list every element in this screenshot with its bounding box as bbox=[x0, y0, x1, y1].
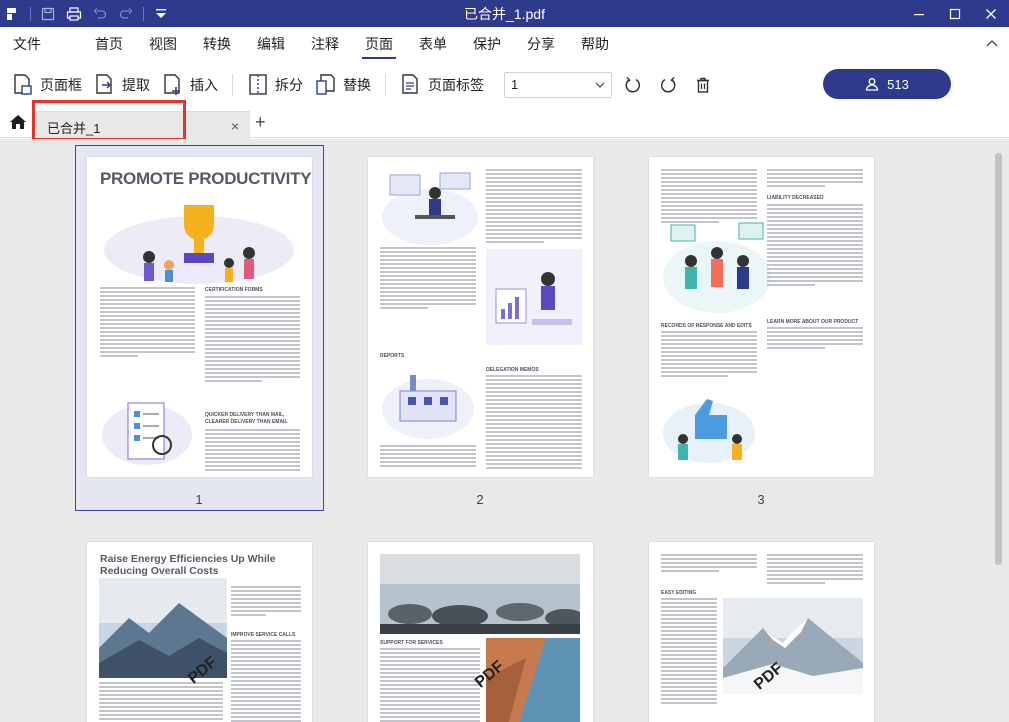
title-separator bbox=[143, 6, 144, 21]
chevron-down-icon bbox=[595, 82, 605, 88]
aerial-coast-image bbox=[486, 638, 580, 722]
split-icon bbox=[249, 73, 267, 95]
close-tab-icon[interactable]: × bbox=[231, 118, 239, 134]
snowy-mountain-image bbox=[723, 598, 863, 694]
page-1-title: PROMOTE PRODUCTIVITY bbox=[100, 169, 312, 188]
toolbar-separator bbox=[385, 73, 386, 96]
thumbs-up-illustration bbox=[663, 399, 755, 463]
rotate-right-icon bbox=[660, 76, 676, 93]
page-6-heading-1: EASY EDITING bbox=[661, 590, 697, 596]
user-account-button[interactable]: 513 bbox=[823, 69, 951, 99]
beach-stones-image bbox=[380, 554, 580, 634]
user-count: 513 bbox=[887, 76, 909, 92]
page-4-preview: Raise Energy Efficiencies Up While Reduc… bbox=[87, 542, 312, 722]
page-5-preview: SUPPORT FOR SERVICES PDF bbox=[368, 542, 593, 722]
menu-comment[interactable]: 注释 bbox=[298, 27, 352, 62]
page-label-button[interactable]: 页面标签 bbox=[394, 69, 490, 101]
analytics-illustration bbox=[486, 249, 582, 345]
page-2-heading-2: DELEGATION MEMOS bbox=[486, 367, 539, 373]
title-bar: 已合并_1.pdf bbox=[0, 0, 1009, 27]
document-tab-bar: 已合并_1 × + bbox=[0, 107, 1009, 139]
page-toolbar: 页面框 提取 插入 拆分 替换 页面标签 1 513 bbox=[0, 62, 1009, 107]
page-frame-icon bbox=[14, 73, 32, 95]
menu-edit[interactable]: 编辑 bbox=[244, 27, 298, 62]
rotate-left-icon bbox=[625, 76, 641, 93]
menu-home[interactable]: 首页 bbox=[82, 27, 136, 62]
extract-icon bbox=[96, 73, 112, 94]
page-1-heading-2: QUICKER DELIVERY THAN MAIL, CLEARER DELI… bbox=[205, 412, 288, 425]
save-icon[interactable] bbox=[35, 0, 61, 27]
page-frame-label: 页面框 bbox=[40, 76, 82, 93]
page-number-select[interactable]: 1 bbox=[504, 71, 612, 98]
page-frame-button[interactable]: 页面框 bbox=[6, 69, 88, 101]
user-icon bbox=[865, 78, 879, 91]
menu-bar: 文件 首页 视图 转换 编辑 注释 页面 表单 保护 分享 帮助 bbox=[0, 27, 1009, 62]
page-label-icon bbox=[402, 73, 418, 94]
extract-button[interactable]: 提取 bbox=[88, 69, 156, 101]
insert-button[interactable]: 插入 bbox=[156, 69, 224, 101]
replace-label: 替换 bbox=[343, 76, 371, 93]
home-icon[interactable] bbox=[9, 114, 27, 130]
page-3-heading-3: LEARN MORE ABOUT OUR PRODUCT bbox=[767, 319, 859, 325]
menu-share[interactable]: 分享 bbox=[514, 27, 568, 62]
redo-icon[interactable] bbox=[113, 0, 139, 27]
toolbar-separator bbox=[232, 73, 233, 96]
trash-icon bbox=[697, 77, 709, 93]
menu-help[interactable]: 帮助 bbox=[568, 27, 622, 62]
team-meeting-illustration bbox=[663, 222, 771, 313]
page-3-preview: LIABILITY DECREASED RECORDS OF RESPONSE … bbox=[649, 157, 874, 477]
replace-button[interactable]: 替换 bbox=[309, 69, 377, 101]
page-label-label: 页面标签 bbox=[428, 76, 484, 93]
page-thumbnail-grid: PROMOTE PRODUCTIVITY CERTIFICATION FORMS bbox=[0, 139, 1009, 722]
page-3-heading-2: RECORDS OF RESPONSE AND EDITS bbox=[661, 323, 752, 329]
collapse-ribbon-icon[interactable] bbox=[985, 37, 999, 51]
menu-view[interactable]: 视图 bbox=[136, 27, 190, 62]
add-tab-icon[interactable]: + bbox=[255, 112, 266, 133]
page-number-value: 1 bbox=[511, 77, 519, 92]
minimize-button[interactable] bbox=[901, 0, 937, 27]
delete-page-button[interactable] bbox=[689, 71, 717, 99]
replace-icon bbox=[316, 73, 335, 95]
title-separator bbox=[30, 6, 31, 21]
insert-icon bbox=[164, 73, 180, 95]
page-2-heading-1: REPORTS bbox=[380, 353, 405, 359]
page-3-heading-1: LIABILITY DECREASED bbox=[767, 195, 824, 201]
extract-label: 提取 bbox=[122, 76, 150, 93]
trophy-illustration bbox=[104, 205, 294, 284]
page-4-title: Raise Energy Efficiencies Up While Reduc… bbox=[100, 553, 276, 577]
page-4-heading-1: IMPROVE SERVICE CALLS bbox=[231, 632, 296, 638]
page-number-label-2: 2 bbox=[476, 492, 484, 507]
page-5-heading-1: SUPPORT FOR SERVICES bbox=[380, 640, 443, 646]
checklist-illustration bbox=[102, 402, 192, 465]
page-number-label-3: 3 bbox=[757, 492, 765, 507]
menu-file[interactable]: 文件 bbox=[0, 27, 54, 62]
menu-protect[interactable]: 保护 bbox=[460, 27, 514, 62]
quick-access-dropdown-icon[interactable] bbox=[148, 0, 174, 27]
vertical-scrollbar[interactable] bbox=[995, 153, 1002, 565]
document-tab-label: 已合并_1 bbox=[47, 121, 101, 136]
print-icon[interactable] bbox=[61, 0, 87, 27]
page-6-preview: EASY EDITING PDF bbox=[649, 542, 874, 722]
rotate-right-button[interactable] bbox=[654, 71, 682, 99]
page-number-label-1: 1 bbox=[195, 492, 203, 507]
menu-convert[interactable]: 转换 bbox=[190, 27, 244, 62]
page-2-preview: REPORTS DELEGATION MEMOS bbox=[368, 157, 593, 477]
menu-page[interactable]: 页面 bbox=[352, 27, 406, 62]
page-1-heading-1: CERTIFICATION FORMS bbox=[205, 287, 263, 293]
split-label: 拆分 bbox=[275, 76, 303, 93]
document-tab[interactable]: 已合并_1 × bbox=[36, 111, 250, 139]
page-1-preview: PROMOTE PRODUCTIVITY CERTIFICATION FORMS bbox=[87, 157, 312, 477]
factory-illustration bbox=[382, 375, 474, 439]
menu-form[interactable]: 表单 bbox=[406, 27, 460, 62]
split-button[interactable]: 拆分 bbox=[241, 69, 309, 101]
rotate-left-button[interactable] bbox=[619, 71, 647, 99]
person-laptop-illustration bbox=[382, 172, 478, 245]
insert-label: 插入 bbox=[190, 76, 218, 93]
close-window-button[interactable] bbox=[973, 0, 1009, 27]
app-logo-icon bbox=[0, 0, 26, 27]
undo-icon[interactable] bbox=[87, 0, 113, 27]
maximize-button[interactable] bbox=[937, 0, 973, 27]
